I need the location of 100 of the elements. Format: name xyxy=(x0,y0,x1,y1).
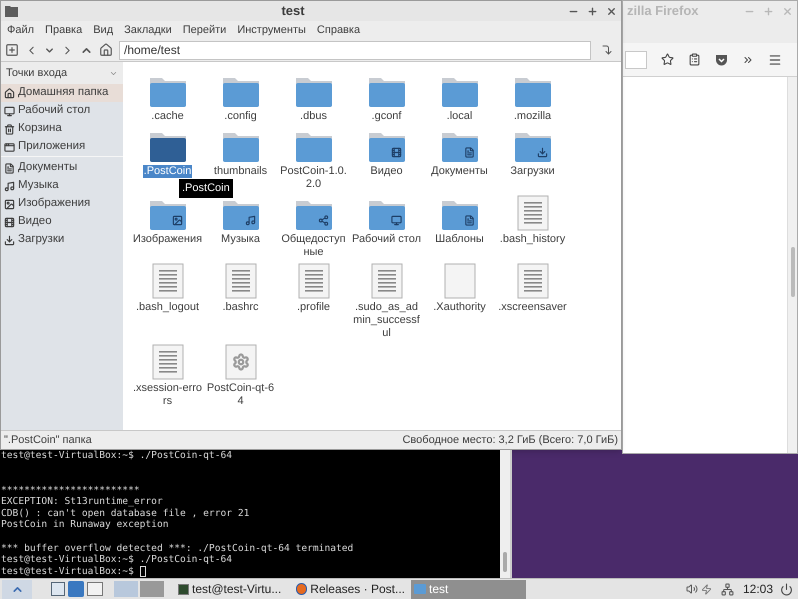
window-icon[interactable] xyxy=(87,582,103,596)
close-icon[interactable] xyxy=(606,6,617,16)
file-label[interactable]: PostCoin-qt-64 xyxy=(204,382,276,408)
file-label[interactable]: .bashrc xyxy=(221,301,260,314)
sidebar-item[interactable]: Видео xyxy=(1,213,123,231)
home-icon[interactable] xyxy=(99,43,113,57)
new-tab-icon[interactable] xyxy=(5,43,19,57)
sidebar-item[interactable]: Приложения xyxy=(1,138,123,156)
sidebar-item[interactable]: Музыка xyxy=(1,177,123,195)
file-label[interactable]: Шаблоны xyxy=(434,233,485,246)
tooltip: .PostCoin xyxy=(179,179,233,198)
download-icon xyxy=(4,234,15,246)
menu-item[interactable]: Закладки xyxy=(124,22,172,38)
sidebar-header: Точки входа xyxy=(6,66,68,81)
document-icon xyxy=(4,162,15,174)
start-menu-button[interactable] xyxy=(2,580,32,598)
file-label[interactable]: .bash_history xyxy=(498,233,566,246)
scrollbar[interactable] xyxy=(500,450,510,578)
sidebar-item[interactable]: Документы xyxy=(1,159,123,177)
power-icon[interactable] xyxy=(780,582,793,596)
file-label[interactable]: .config xyxy=(223,110,258,123)
terminal-line: *** buffer overflow detected ***: ./PostCoin-qt-64 terminated xyxy=(1,542,354,554)
file-label[interactable]: Рабочий стол xyxy=(350,233,422,246)
terminal-line: ************************ xyxy=(1,484,140,496)
file-label[interactable]: Изображения xyxy=(132,233,204,246)
folder-icon xyxy=(414,584,426,594)
sidebar-item[interactable]: Домашняя папка xyxy=(1,84,123,102)
file-label[interactable]: .PostCoin xyxy=(142,165,192,178)
file-label[interactable]: thumbnails xyxy=(212,165,268,178)
terminal-line: PostCoin in Runaway exception xyxy=(1,519,169,531)
blank-file-icon xyxy=(444,263,476,299)
text-file-icon xyxy=(516,263,548,299)
file-label[interactable]: .dbus xyxy=(299,110,328,123)
home-icon xyxy=(4,88,15,98)
url-field[interactable] xyxy=(625,50,647,68)
sidebar-item[interactable]: Корзина xyxy=(1,120,123,138)
clock[interactable]: 12:03 xyxy=(742,580,773,598)
terminal-line: test@test-VirtualBox:~$ ./PostCoin-qt-64 xyxy=(1,554,232,566)
workspace-switcher-icon[interactable] xyxy=(114,581,164,597)
text-file-icon xyxy=(152,344,184,380)
terminal-line: EXCEPTION: St13runtime_error xyxy=(1,496,163,508)
menu-item[interactable]: Вид xyxy=(93,22,114,38)
menu-item[interactable]: Инструменты xyxy=(237,22,306,38)
menu-item[interactable]: Файл xyxy=(7,22,34,38)
folder-icon xyxy=(5,5,18,17)
music-note-icon xyxy=(4,180,15,192)
sidebar-item[interactable]: Рабочий стол xyxy=(1,102,123,120)
pocket-icon[interactable] xyxy=(715,54,728,66)
menu-icon[interactable] xyxy=(768,52,782,66)
jump-arrow-icon[interactable] xyxy=(601,44,613,56)
network-icon[interactable] xyxy=(720,582,734,596)
file-label[interactable]: .cache xyxy=(150,110,185,123)
gear-file-icon xyxy=(224,344,256,380)
film-icon xyxy=(4,216,15,228)
lightning-icon[interactable] xyxy=(700,584,712,594)
taskbar-task[interactable]: test@test-Virtu... xyxy=(175,580,290,598)
file-label[interactable]: .local xyxy=(446,110,474,123)
file-label[interactable]: .gconf xyxy=(370,110,402,123)
text-file-icon xyxy=(370,263,402,299)
terminal-icon xyxy=(178,584,189,594)
globe-icon xyxy=(296,583,308,595)
show-desktop-icon[interactable] xyxy=(51,582,65,596)
file-label[interactable]: Документы xyxy=(430,165,489,178)
file-label[interactable]: .xscreensaver xyxy=(497,301,568,314)
text-file-icon xyxy=(298,263,330,299)
file-label[interactable]: Музыка xyxy=(220,233,261,246)
menu-item[interactable]: Перейти xyxy=(182,22,226,38)
monitor-icon xyxy=(4,106,15,116)
file-label[interactable]: .xsession-errors xyxy=(132,382,204,408)
app-window-icon xyxy=(4,142,15,152)
star-icon[interactable] xyxy=(661,53,674,66)
terminal-line: test@test-VirtualBox:~$ xyxy=(1,566,135,578)
volume-icon[interactable] xyxy=(686,583,698,595)
file-label[interactable]: Общедоступные xyxy=(278,233,350,259)
file-label[interactable]: .sudo_as_admin_successful xyxy=(350,301,422,340)
file-label[interactable]: .profile xyxy=(296,301,332,314)
terminal-line: test@test-VirtualBox:~$ ./PostCoin-qt-64 xyxy=(1,450,232,462)
clipboard-icon[interactable] xyxy=(688,53,701,66)
maximize-icon[interactable] xyxy=(587,6,598,16)
text-file-icon xyxy=(516,195,548,231)
scrollbar[interactable] xyxy=(787,77,797,453)
window-title: test xyxy=(281,2,305,20)
trash-icon xyxy=(4,124,15,134)
file-label[interactable]: .Xauthority xyxy=(432,301,487,314)
file-label[interactable]: Загрузки xyxy=(509,165,556,178)
sidebar-item[interactable]: Изображения xyxy=(1,195,123,213)
menu-item[interactable]: Справка xyxy=(316,22,360,38)
terminal-line: CDB() : can't open database file , error 21 xyxy=(1,508,250,520)
status-text: ".PostCoin" папка xyxy=(4,432,92,448)
file-label[interactable]: .mozilla xyxy=(512,110,552,123)
file-label[interactable]: PostCoin-1.0.2.0 xyxy=(278,165,350,191)
taskbar-task[interactable]: Releases · Post... xyxy=(293,580,408,598)
text-file-icon xyxy=(152,263,184,299)
text-file-icon xyxy=(224,263,256,299)
file-label[interactable]: Видео xyxy=(369,165,404,178)
picture-icon xyxy=(4,198,15,210)
path-field[interactable]: /home/test xyxy=(119,40,591,60)
sidebar-item[interactable]: Загрузки xyxy=(1,231,123,249)
file-label[interactable]: .bash_logout xyxy=(135,301,200,314)
menu-item[interactable]: Правка xyxy=(45,22,82,38)
